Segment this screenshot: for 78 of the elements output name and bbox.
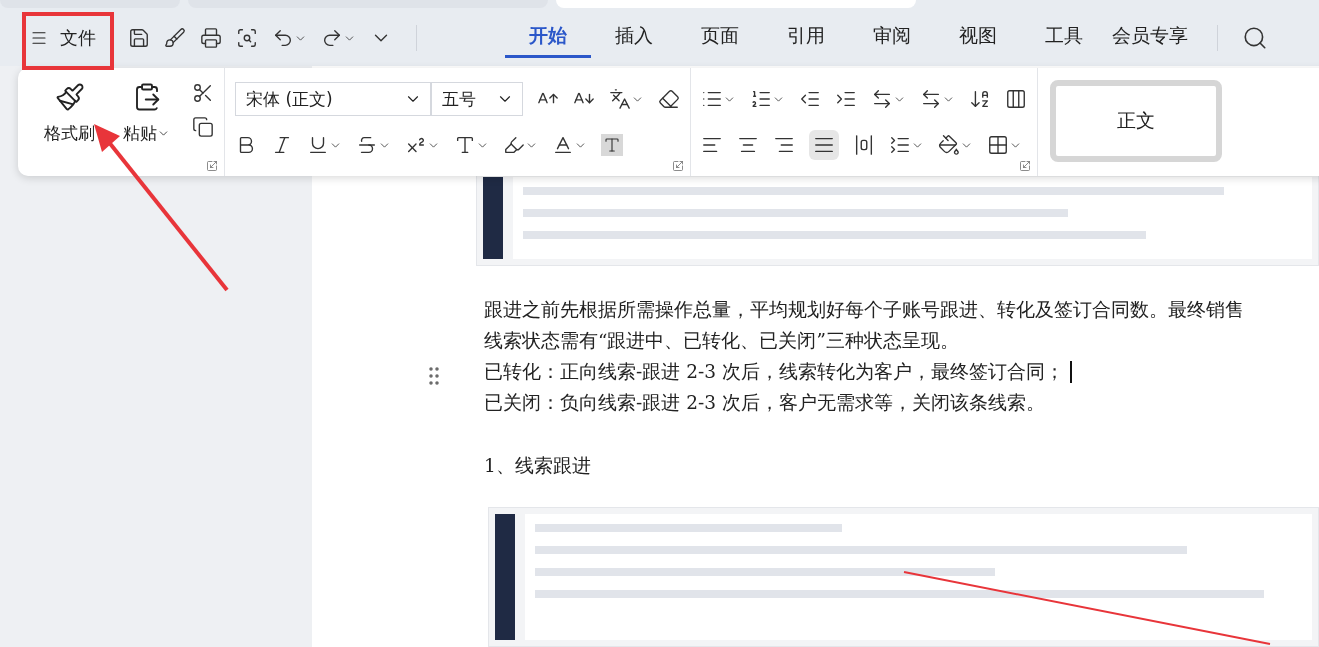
line-spacing-button[interactable]	[889, 134, 924, 156]
ribbon-tab[interactable]: 工具	[1021, 18, 1107, 58]
font-dropdown[interactable]: 宋体 (正文)	[235, 82, 431, 116]
swap-icon	[920, 88, 942, 110]
paragraph-line: 已转化：正向线索-跟进 2-3 次后，线索转化为客户，最终签订合同；	[484, 356, 1319, 387]
redo-icon	[321, 27, 343, 49]
style-preview[interactable]: 正文	[1050, 80, 1222, 162]
letter-icon	[603, 136, 621, 154]
ribbon-tab[interactable]: 会员专享	[1107, 18, 1193, 58]
numbered-list-icon	[750, 88, 772, 110]
search-icon	[1242, 25, 1268, 51]
menu-icon	[30, 29, 48, 47]
ribbon-tab[interactable]: 引用	[763, 18, 849, 58]
expand-icon	[672, 160, 684, 172]
ribbon-tab[interactable]: 审阅	[849, 18, 935, 58]
font-size-dropdown[interactable]: 五号	[431, 82, 523, 116]
paste-button[interactable]: 粘贴	[117, 78, 176, 170]
borders-icon	[987, 134, 1009, 156]
print-preview-button[interactable]	[236, 27, 258, 49]
save-button[interactable]	[128, 27, 150, 49]
undo-button[interactable]	[272, 27, 307, 49]
cut-icon	[192, 82, 214, 104]
redo-button[interactable]	[321, 27, 356, 49]
strikethrough-button[interactable]	[356, 134, 391, 156]
format-painter-button[interactable]: 格式刷	[38, 78, 101, 170]
expand-icon	[1019, 160, 1031, 172]
text-cursor	[1069, 360, 1072, 383]
print-button[interactable]	[200, 27, 222, 49]
brush-icon	[164, 27, 186, 49]
underline-icon	[307, 134, 329, 156]
shading-button[interactable]	[938, 134, 973, 156]
line-spacing-icon	[889, 134, 911, 156]
strikethrough-icon	[356, 134, 378, 156]
ribbon-tab[interactable]: 页面	[677, 18, 763, 58]
distribute-button[interactable]	[853, 134, 875, 156]
text-effect-button[interactable]	[454, 134, 489, 156]
text-effect-icon	[454, 134, 476, 156]
sort-icon	[969, 88, 991, 110]
save-icon	[128, 27, 150, 49]
columns-icon	[1005, 88, 1027, 110]
phonetic-guide-icon	[609, 88, 631, 110]
print-icon	[200, 27, 222, 49]
print-preview-icon	[236, 27, 258, 49]
clear-format-button[interactable]	[658, 88, 680, 110]
phonetic-guide-button[interactable]	[609, 88, 644, 110]
expand-icon	[206, 160, 218, 172]
paragraph-line: 线索状态需有“跟进中、已转化、已关闭”三种状态呈现。	[484, 329, 960, 353]
paragraph-line: 跟进之前先根据所需操作总量，平均规划好每个子账号跟进、转化及签订合同数。最终销售	[484, 298, 1245, 322]
character-shading-button[interactable]	[601, 134, 623, 156]
columns-button[interactable]	[1005, 88, 1027, 110]
justify-button[interactable]	[809, 130, 839, 160]
file-menu-button[interactable]: 文件	[26, 20, 100, 56]
underline-button[interactable]	[307, 134, 342, 156]
swap-button[interactable]	[920, 88, 955, 110]
font-color-button[interactable]	[552, 134, 587, 156]
borders-button[interactable]	[987, 134, 1022, 156]
clear-format-icon	[658, 88, 680, 110]
font-color-icon	[552, 134, 574, 156]
copy-icon	[192, 116, 214, 138]
text-direction-button[interactable]	[871, 88, 906, 110]
sort-button[interactable]	[969, 88, 991, 110]
search-button[interactable]	[1242, 25, 1268, 51]
undo-icon	[272, 27, 294, 49]
brush-button[interactable]	[164, 27, 186, 49]
paragraph-line: 已关闭：负向线索-跟进 2-3 次后，客户无需求等，关闭该条线索。	[484, 391, 1046, 415]
text-direction-icon	[871, 88, 893, 110]
copy-button[interactable]	[192, 116, 214, 138]
ribbon-tab[interactable]: 视图	[935, 18, 1021, 58]
cut-button[interactable]	[192, 82, 214, 104]
section-heading: 1、线索跟进	[484, 454, 592, 478]
highlight-button[interactable]	[503, 134, 538, 156]
ribbon-tab[interactable]: 开始	[505, 18, 591, 58]
highlight-icon	[503, 134, 525, 156]
distribute-icon	[853, 134, 875, 156]
paintbrush-icon	[54, 82, 85, 112]
shading-icon	[938, 134, 960, 156]
numbered-list-button[interactable]	[750, 88, 785, 110]
ribbon-tab[interactable]: 插入	[591, 18, 677, 58]
